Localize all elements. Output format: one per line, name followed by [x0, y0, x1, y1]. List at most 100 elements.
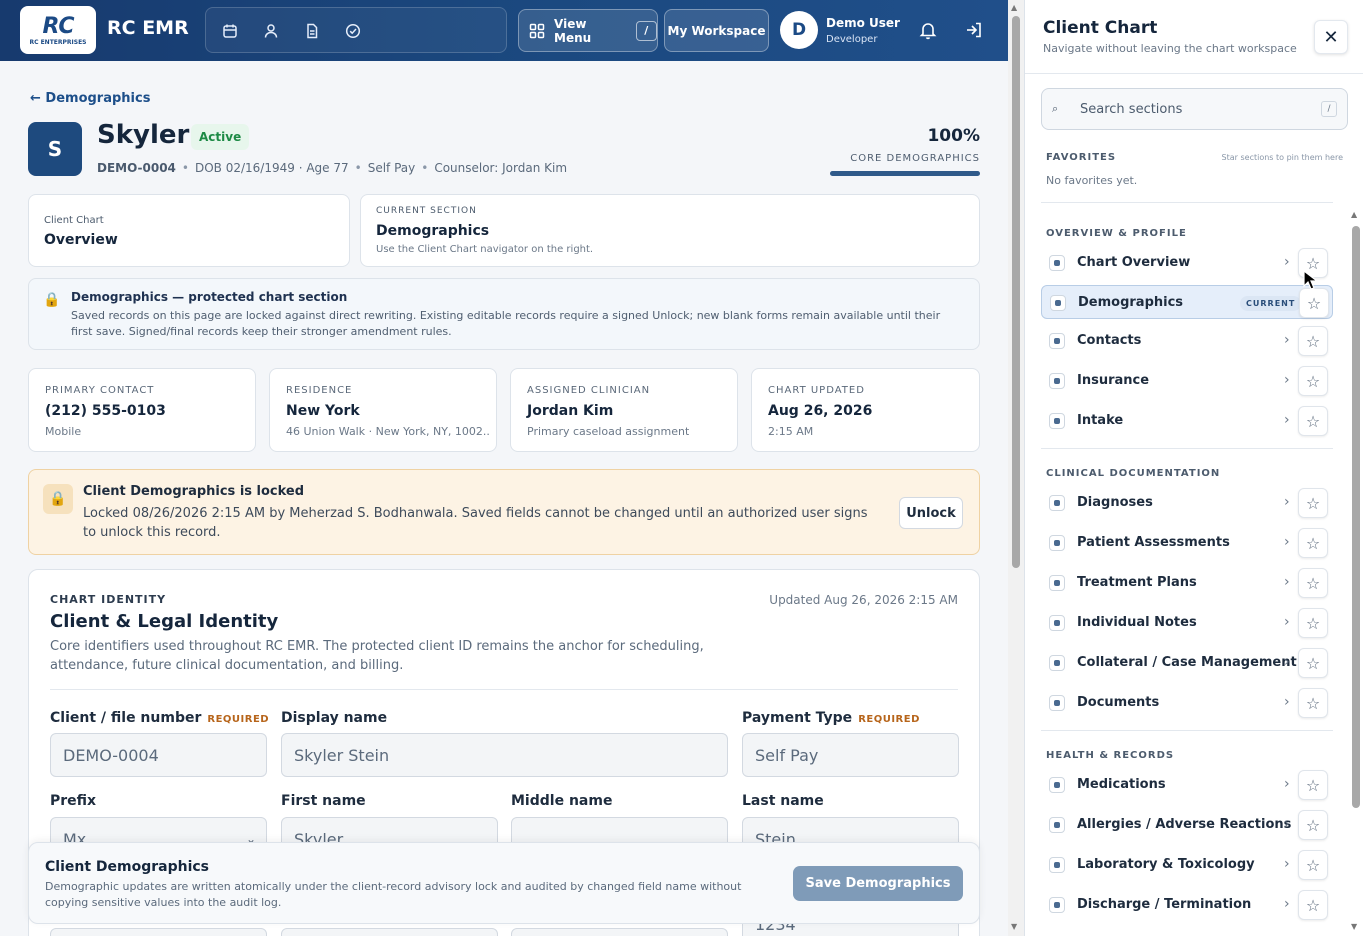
star-icon[interactable]: ☆ [1299, 288, 1329, 318]
unlock-button[interactable]: Unlock [899, 497, 963, 529]
sidebar-item-label: Individual Notes [1077, 615, 1197, 630]
sidebar-item-laboratory-toxicology[interactable]: Laboratory & Toxicology › ☆ [1041, 848, 1333, 882]
sidebar-item-patient-assessments[interactable]: Patient Assessments › ☆ [1041, 526, 1333, 560]
breadcrumb[interactable]: ← Demographics [30, 91, 150, 106]
main-scrollbar[interactable]: ▲ ▼ [1008, 0, 1024, 936]
sidebar-item-label: Treatment Plans [1077, 575, 1197, 590]
star-icon[interactable]: ☆ [1298, 890, 1328, 920]
search-input[interactable]: ⌕ Search sections / [1041, 88, 1348, 130]
sidebar-item-treatment-plans[interactable]: Treatment Plans › ☆ [1041, 566, 1333, 600]
star-icon[interactable]: ☆ [1298, 366, 1328, 396]
star-icon[interactable]: ☆ [1298, 648, 1328, 678]
primary-contact-card: PRIMARY CONTACT (212) 555-0103 Mobile [28, 368, 256, 452]
last-name-label: Last name [742, 793, 824, 809]
sidebar-item-discharge-termination[interactable]: Discharge / Termination › ☆ [1041, 888, 1333, 922]
star-icon[interactable]: ☆ [1298, 770, 1328, 800]
sidebar-item-chart-overview[interactable]: Chart Overview › ☆ [1041, 246, 1333, 280]
star-icon[interactable]: ☆ [1298, 850, 1328, 880]
file-number-input[interactable]: DEMO-0004 [50, 733, 267, 777]
star-icon[interactable]: ☆ [1298, 528, 1328, 558]
display-name-input[interactable]: Skyler Stein [281, 733, 728, 777]
top-navigation-bar: RC RC ENTERPRISES RC EMR View Menu / My … [0, 0, 1008, 61]
save-bar: Client Demographics Demographic updates … [28, 842, 980, 924]
sidebar-item-demographics[interactable]: Demographics CURRENT ☆ [1041, 285, 1333, 319]
person-icon[interactable] [261, 21, 281, 41]
group-divider [1041, 202, 1333, 203]
scroll-up-icon[interactable]: ▲ [1351, 210, 1357, 219]
form-input[interactable] [511, 928, 728, 936]
form-input[interactable] [50, 928, 267, 936]
chevron-right-icon: › [1284, 412, 1290, 428]
sidebar-item-allergies-adverse-reactions[interactable]: Allergies / Adverse Reactions › ☆ [1041, 808, 1333, 842]
middle-name-label: Middle name [511, 793, 613, 809]
section-icon [1049, 655, 1065, 671]
protected-desc: Saved records on this page are locked ag… [71, 309, 941, 338]
logout-icon[interactable] [964, 20, 984, 40]
sidebar-item-collateral-case-management[interactable]: Collateral / Case Management › ☆ [1041, 646, 1333, 680]
app-name: RC EMR [107, 17, 189, 39]
star-icon[interactable]: ☆ [1298, 326, 1328, 356]
calendar-icon[interactable] [220, 21, 240, 41]
sidebar-item-documents[interactable]: Documents › ☆ [1041, 686, 1333, 720]
overview-card-label: Client Chart [44, 215, 104, 226]
chevron-right-icon: › [1284, 574, 1290, 590]
scrollbar-thumb[interactable] [1012, 16, 1020, 568]
my-workspace-button[interactable]: My Workspace [664, 9, 769, 52]
search-placeholder: Search sections [1080, 102, 1183, 117]
info-label: ASSIGNED CLINICIAN [527, 385, 651, 396]
sidebar-item-intake[interactable]: Intake › ☆ [1041, 404, 1333, 438]
section-icon [1049, 777, 1065, 793]
star-icon[interactable]: ☆ [1298, 568, 1328, 598]
save-bar-title: Client Demographics [45, 859, 210, 875]
group-heading: CLINICAL DOCUMENTATION [1046, 468, 1221, 479]
section-eyebrow: CHART IDENTITY [50, 593, 167, 606]
sidebar-item-label: Contacts [1077, 333, 1142, 348]
check-circle-icon[interactable] [343, 21, 363, 41]
sidebar-item-individual-notes[interactable]: Individual Notes › ☆ [1041, 606, 1333, 640]
form-input[interactable] [281, 928, 498, 936]
sidebar-item-diagnoses[interactable]: Diagnoses › ☆ [1041, 486, 1333, 520]
panel-scrollbar[interactable]: ▲ ▼ [1349, 208, 1363, 936]
client-name: Skyler [97, 120, 190, 150]
document-icon[interactable] [302, 21, 322, 41]
required-tag: REQUIRED [858, 714, 920, 725]
star-icon[interactable]: ☆ [1298, 406, 1328, 436]
scroll-down-icon[interactable]: ▼ [1011, 922, 1017, 931]
view-menu-button[interactable]: View Menu / [518, 9, 658, 52]
favorites-hint: Star sections to pin them here [1221, 153, 1343, 162]
info-label: RESIDENCE [286, 385, 353, 396]
current-section-desc: Use the Client Chart navigator on the ri… [376, 244, 594, 255]
assigned-clinician-card: ASSIGNED CLINICIAN Jordan Kim Primary ca… [510, 368, 738, 452]
client-id: DEMO-0004 [97, 161, 176, 175]
star-icon[interactable]: ☆ [1298, 810, 1328, 840]
save-demographics-button[interactable]: Save Demographics [793, 866, 963, 901]
section-desc: Core identifiers used throughout RC EMR.… [50, 639, 704, 673]
sidebar-item-medications[interactable]: Medications › ☆ [1041, 768, 1333, 802]
star-icon[interactable]: ☆ [1298, 608, 1328, 638]
favorites-empty: No favorites yet. [1046, 174, 1138, 187]
protected-title: Demographics — protected chart section [71, 290, 348, 304]
info-value: New York [286, 403, 360, 419]
close-icon[interactable]: ✕ [1314, 20, 1348, 54]
residence-card: RESIDENCE New York 46 Union Walk · New Y… [269, 368, 497, 452]
star-icon[interactable]: ☆ [1298, 688, 1328, 718]
scroll-up-icon[interactable]: ▲ [1011, 3, 1017, 12]
completion-bar [830, 171, 980, 176]
chevron-right-icon: › [1284, 896, 1290, 912]
brand-logo[interactable]: RC RC ENTERPRISES [20, 6, 96, 54]
user-menu[interactable]: D Demo User Developer [780, 11, 900, 49]
info-label: PRIMARY CONTACT [45, 385, 155, 396]
scrollbar-thumb[interactable] [1352, 226, 1360, 808]
section-updated: Updated Aug 26, 2026 2:15 AM [769, 593, 958, 607]
section-icon [1049, 857, 1065, 873]
user-name: Demo User [826, 15, 900, 30]
scroll-down-icon[interactable]: ▼ [1351, 922, 1357, 931]
payment-type-input[interactable]: Self Pay [742, 733, 959, 777]
sidebar-item-contacts[interactable]: Contacts › ☆ [1041, 324, 1333, 358]
chevron-right-icon: › [1284, 614, 1290, 630]
chart-overview-card[interactable]: Client Chart Overview [28, 194, 350, 267]
current-section-title: Demographics [376, 223, 490, 239]
star-icon[interactable]: ☆ [1298, 488, 1328, 518]
sidebar-item-insurance[interactable]: Insurance › ☆ [1041, 364, 1333, 398]
bell-icon[interactable] [918, 20, 938, 40]
